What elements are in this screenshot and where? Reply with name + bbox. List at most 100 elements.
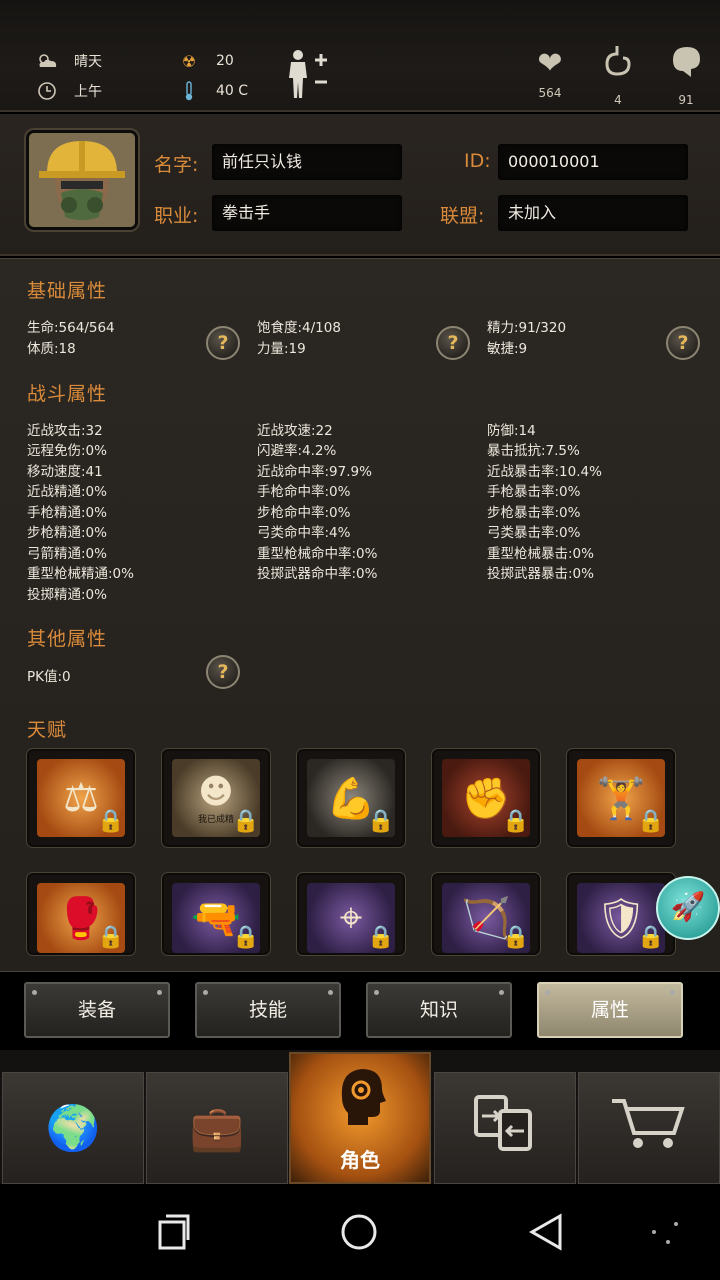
nav-trade[interactable] (434, 1072, 576, 1184)
lock-icon: 🔒 (637, 809, 665, 834)
talent-slot[interactable]: 🏹 🔒 (432, 873, 540, 955)
tab-skills[interactable]: 技能 (195, 982, 341, 1038)
health-stat[interactable]: ❤ 564 (528, 44, 572, 100)
attributes-panel[interactable]: 基础属性 生命:564/564 饱食度:4/108 精力:91/320 体质:1… (0, 258, 720, 972)
weather-text: 晴天 (74, 54, 102, 70)
combat-stat: 步枪暴击率:0% (487, 505, 581, 521)
nav-shop[interactable] (578, 1072, 720, 1184)
nav-character-label: 角色 (340, 1148, 380, 1172)
combat-stat: 投掷武器命中率:0% (257, 566, 378, 582)
avatar[interactable] (26, 130, 138, 230)
recent-apps-icon[interactable] (154, 1212, 194, 1252)
question-icon[interactable]: ? (436, 326, 470, 360)
talent-slot[interactable]: 🥊 🔒 (27, 873, 135, 955)
mood-value: 91 (678, 93, 694, 107)
tab-knowledge[interactable]: 知识 (366, 982, 512, 1038)
lock-icon: 🔒 (232, 809, 260, 834)
main-nav: 🌍 💼 角色 (0, 1050, 720, 1184)
radiation-icon: ☢ (181, 51, 197, 71)
nav-inventory[interactable]: 💼 (146, 1072, 288, 1184)
combat-stat: 近战命中率:97.9% (257, 464, 372, 480)
combat-stat: 手枪精通:0% (27, 505, 107, 521)
talent-slot[interactable]: 🔫 🔒 (162, 873, 270, 955)
lock-icon: 🔒 (502, 925, 530, 950)
temperature-row: 40 C (176, 80, 248, 102)
stat-hp: 生命:564/564 (27, 320, 115, 336)
id-label: ID: (464, 150, 491, 172)
combat-stat: 近战精通:0% (27, 484, 107, 500)
system-nav-bar (0, 1184, 720, 1280)
combat-stat: 远程免伤:0% (27, 443, 107, 459)
combat-stat: 弓箭精通:0% (27, 546, 107, 562)
name-label: 名字: (154, 154, 199, 176)
name-field: 前任只认钱 (212, 144, 402, 180)
question-icon[interactable]: ? (666, 326, 700, 360)
talent-slot[interactable]: 💪 🔒 (297, 749, 405, 847)
combat-stat: 投掷精通:0% (27, 587, 107, 603)
lock-icon: 🔒 (97, 925, 125, 950)
head-gears-icon (328, 1063, 392, 1140)
status-bar: 晴天 上午 ☢ 20 40 C ❤ 564 4 91 (0, 0, 720, 112)
temperature-value: 40 C (216, 83, 249, 99)
lock-icon: 🔒 (97, 809, 125, 834)
nav-map[interactable]: 🌍 (2, 1072, 144, 1184)
combat-stat: 手枪暴击率:0% (487, 484, 581, 500)
combat-stat: 步枪精通:0% (27, 525, 107, 541)
hunger-stat[interactable]: 4 (596, 44, 640, 107)
lock-icon: 🔒 (367, 809, 395, 834)
other-attributes-title: 其他属性 (27, 628, 108, 650)
thermometer-icon (176, 80, 202, 102)
menu-dots-icon[interactable] (646, 1212, 686, 1252)
combat-stat: 弓类暴击率:0% (487, 525, 581, 541)
talent-slot[interactable]: ⚖ 🔒 (27, 749, 135, 847)
combat-stat: 重型枪械暴击:0% (487, 546, 594, 562)
tab-equipment[interactable]: 装备 (24, 982, 170, 1038)
tab-attributes[interactable]: 属性 (537, 982, 683, 1038)
globe-icon: 🌍 (45, 1103, 101, 1154)
talent-slot[interactable]: 🏋 🔒 (567, 749, 675, 847)
hunger-value: 4 (614, 93, 622, 107)
stat-pk: PK值:0 (27, 669, 71, 685)
cart-icon (610, 1095, 688, 1162)
question-icon[interactable]: ? (206, 326, 240, 360)
talent-title: 天赋 (27, 719, 68, 741)
combat-stat: 步枪命中率:0% (257, 505, 351, 521)
combat-stat: 投掷武器暴击:0% (487, 566, 594, 582)
job-field: 拳击手 (212, 195, 402, 231)
lock-icon: 🔒 (637, 925, 665, 950)
talent-slot[interactable]: ⌖ 🔒 (297, 873, 405, 955)
exchange-icon (470, 1091, 540, 1166)
alliance-label: 联盟: (440, 205, 485, 227)
radiation-value: 20 (216, 53, 234, 69)
question-icon[interactable]: ? (206, 655, 240, 689)
lock-icon: 🔒 (232, 925, 260, 950)
nav-character[interactable]: 角色 (289, 1052, 431, 1184)
lock-icon: 🔒 (502, 809, 530, 834)
heart-icon: ❤ (537, 46, 563, 81)
stat-strength: 力量:19 (257, 341, 306, 357)
profile-section: 名字: 前任只认钱 ID: 000010001 职业: 拳击手 联盟: 未加入 (0, 114, 720, 256)
time-row: 上午 (34, 80, 102, 102)
body-add-icon[interactable] (282, 48, 332, 100)
combat-stat: 移动速度:41 (27, 464, 103, 480)
rocket-icon[interactable]: 🚀 (656, 876, 720, 940)
talent-slot[interactable]: ✊ 🔒 (432, 749, 540, 847)
lock-icon: 🔒 (367, 925, 395, 950)
id-field: 000010001 (498, 144, 688, 180)
home-icon[interactable] (339, 1212, 379, 1252)
brain-icon (664, 44, 708, 91)
back-icon[interactable] (526, 1212, 566, 1252)
health-value: 564 (538, 86, 562, 100)
combat-stat: 弓类命中率:4% (257, 525, 351, 541)
stat-satiety: 饱食度:4/108 (257, 320, 341, 336)
stat-energy: 精力:91/320 (487, 320, 567, 336)
combat-stat: 重型枪械命中率:0% (257, 546, 378, 562)
combat-attributes-title: 战斗属性 (27, 383, 108, 405)
mood-stat[interactable]: 91 (664, 44, 708, 107)
stat-agility: 敏捷:9 (487, 341, 528, 357)
talent-slot[interactable]: ☻ 我已成精 🔒 (162, 749, 270, 847)
combat-stat: 暴击抵抗:7.5% (487, 443, 580, 459)
briefcase-icon: 💼 (189, 1103, 245, 1154)
radiation-row: ☢ 20 (176, 50, 234, 72)
job-label: 职业: (154, 205, 199, 227)
